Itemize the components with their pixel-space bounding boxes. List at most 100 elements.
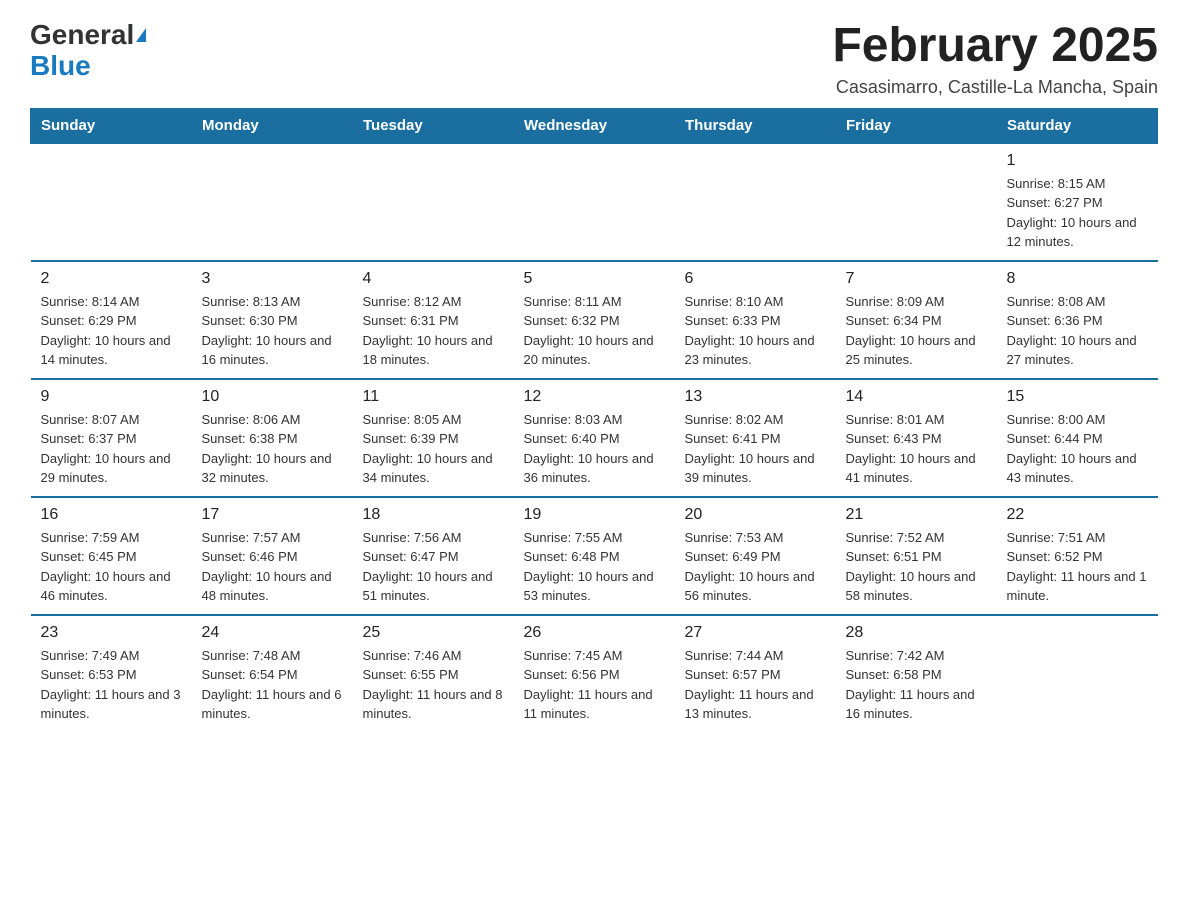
day-info: Sunrise: 7:51 AM Sunset: 6:52 PM Dayligh…	[1007, 528, 1148, 606]
calendar-cell: 1 Sunrise: 8:15 AM Sunset: 6:27 PM Daylig…	[997, 143, 1158, 261]
calendar-cell: 9 Sunrise: 8:07 AM Sunset: 6:37 PM Daylig…	[31, 379, 192, 497]
calendar-cell: 15 Sunrise: 8:00 AM Sunset: 6:44 PM Dayli…	[997, 379, 1158, 497]
day-info: Sunrise: 7:55 AM Sunset: 6:48 PM Dayligh…	[524, 528, 665, 606]
calendar-cell: 2Sunrise: 8:14 AM Sunset: 6:29 PM Daylig…	[31, 261, 192, 379]
calendar-cell: 4 Sunrise: 8:12 AM Sunset: 6:31 PM Daylig…	[353, 261, 514, 379]
calendar-cell: 22Sunrise: 7:51 AM Sunset: 6:52 PM Dayli…	[997, 497, 1158, 615]
day-number: 7	[846, 270, 987, 288]
header: General Blue February 2025 Casasimarro, …	[30, 20, 1158, 98]
day-info: Sunrise: 7:44 AM Sunset: 6:57 PM Dayligh…	[685, 646, 826, 724]
calendar-cell: 8 Sunrise: 8:08 AM Sunset: 6:36 PM Daylig…	[997, 261, 1158, 379]
calendar-cell: 19Sunrise: 7:55 AM Sunset: 6:48 PM Dayli…	[514, 497, 675, 615]
day-info: Sunrise: 7:45 AM Sunset: 6:56 PM Dayligh…	[524, 646, 665, 724]
day-info: Sunrise: 8:02 AM Sunset: 6:41 PM Dayligh…	[685, 410, 826, 488]
day-number: 16	[41, 506, 182, 524]
day-info: Sunrise: 8:01 AM Sunset: 6:43 PM Dayligh…	[846, 410, 987, 488]
calendar-cell: 25 Sunrise: 7:46 AM Sunset: 6:55 PM Dayli…	[353, 615, 514, 732]
calendar-cell	[836, 143, 997, 261]
day-number: 27	[685, 624, 826, 642]
logo-triangle-icon	[136, 28, 146, 42]
weekday-header-row: SundayMondayTuesdayWednesdayThursdayFrid…	[31, 108, 1158, 143]
day-info: Sunrise: 7:53 AM Sunset: 6:49 PM Dayligh…	[685, 528, 826, 606]
logo: General Blue	[30, 20, 146, 82]
day-number: 2	[41, 270, 182, 288]
day-info: Sunrise: 8:07 AM Sunset: 6:37 PM Dayligh…	[41, 410, 182, 488]
day-info: Sunrise: 8:09 AM Sunset: 6:34 PM Dayligh…	[846, 292, 987, 370]
title-area: February 2025 Casasimarro, Castille-La M…	[832, 20, 1158, 98]
day-info: Sunrise: 7:46 AM Sunset: 6:55 PM Dayligh…	[363, 646, 504, 724]
logo-blue: Blue	[30, 51, 91, 82]
day-info: Sunrise: 8:13 AM Sunset: 6:30 PM Dayligh…	[202, 292, 343, 370]
day-number: 9	[41, 388, 182, 406]
calendar-cell: 16 Sunrise: 7:59 AM Sunset: 6:45 PM Dayli…	[31, 497, 192, 615]
weekday-header-monday: Monday	[192, 108, 353, 143]
day-info: Sunrise: 8:03 AM Sunset: 6:40 PM Dayligh…	[524, 410, 665, 488]
day-info: Sunrise: 7:42 AM Sunset: 6:58 PM Dayligh…	[846, 646, 987, 724]
calendar-cell	[192, 143, 353, 261]
day-info: Sunrise: 8:11 AM Sunset: 6:32 PM Dayligh…	[524, 292, 665, 370]
weekday-header-tuesday: Tuesday	[353, 108, 514, 143]
day-info: Sunrise: 8:12 AM Sunset: 6:31 PM Dayligh…	[363, 292, 504, 370]
week-row-1: 1 Sunrise: 8:15 AM Sunset: 6:27 PM Daylig…	[31, 143, 1158, 261]
week-row-2: 2Sunrise: 8:14 AM Sunset: 6:29 PM Daylig…	[31, 261, 1158, 379]
calendar-cell: 11 Sunrise: 8:05 AM Sunset: 6:39 PM Dayli…	[353, 379, 514, 497]
calendar: SundayMondayTuesdayWednesdayThursdayFrid…	[30, 108, 1158, 732]
subtitle: Casasimarro, Castille-La Mancha, Spain	[832, 77, 1158, 98]
week-row-3: 9 Sunrise: 8:07 AM Sunset: 6:37 PM Daylig…	[31, 379, 1158, 497]
weekday-header-wednesday: Wednesday	[514, 108, 675, 143]
calendar-cell: 27 Sunrise: 7:44 AM Sunset: 6:57 PM Dayli…	[675, 615, 836, 732]
day-number: 8	[1007, 270, 1148, 288]
day-info: Sunrise: 8:00 AM Sunset: 6:44 PM Dayligh…	[1007, 410, 1148, 488]
calendar-cell: 12 Sunrise: 8:03 AM Sunset: 6:40 PM Dayli…	[514, 379, 675, 497]
day-number: 13	[685, 388, 826, 406]
day-info: Sunrise: 7:57 AM Sunset: 6:46 PM Dayligh…	[202, 528, 343, 606]
calendar-cell: 21 Sunrise: 7:52 AM Sunset: 6:51 PM Dayli…	[836, 497, 997, 615]
calendar-cell	[997, 615, 1158, 732]
calendar-cell: 5 Sunrise: 8:11 AM Sunset: 6:32 PM Daylig…	[514, 261, 675, 379]
calendar-cell: 26 Sunrise: 7:45 AM Sunset: 6:56 PM Dayli…	[514, 615, 675, 732]
day-number: 12	[524, 388, 665, 406]
page-title: February 2025	[832, 20, 1158, 73]
calendar-cell: 3 Sunrise: 8:13 AM Sunset: 6:30 PM Daylig…	[192, 261, 353, 379]
day-number: 4	[363, 270, 504, 288]
weekday-header-friday: Friday	[836, 108, 997, 143]
day-number: 24	[202, 624, 343, 642]
calendar-cell: 24 Sunrise: 7:48 AM Sunset: 6:54 PM Dayli…	[192, 615, 353, 732]
calendar-cell: 23 Sunrise: 7:49 AM Sunset: 6:53 PM Dayli…	[31, 615, 192, 732]
day-number: 20	[685, 506, 826, 524]
calendar-cell	[31, 143, 192, 261]
calendar-cell: 28 Sunrise: 7:42 AM Sunset: 6:58 PM Dayli…	[836, 615, 997, 732]
day-info: Sunrise: 8:08 AM Sunset: 6:36 PM Dayligh…	[1007, 292, 1148, 370]
day-number: 14	[846, 388, 987, 406]
day-number: 5	[524, 270, 665, 288]
day-info: Sunrise: 8:15 AM Sunset: 6:27 PM Dayligh…	[1007, 174, 1148, 252]
calendar-cell: 17Sunrise: 7:57 AM Sunset: 6:46 PM Dayli…	[192, 497, 353, 615]
day-info: Sunrise: 8:10 AM Sunset: 6:33 PM Dayligh…	[685, 292, 826, 370]
calendar-cell: 13 Sunrise: 8:02 AM Sunset: 6:41 PM Dayli…	[675, 379, 836, 497]
day-info: Sunrise: 7:52 AM Sunset: 6:51 PM Dayligh…	[846, 528, 987, 606]
day-info: Sunrise: 8:06 AM Sunset: 6:38 PM Dayligh…	[202, 410, 343, 488]
day-number: 23	[41, 624, 182, 642]
day-number: 15	[1007, 388, 1148, 406]
calendar-cell: 20 Sunrise: 7:53 AM Sunset: 6:49 PM Dayli…	[675, 497, 836, 615]
day-number: 21	[846, 506, 987, 524]
weekday-header-saturday: Saturday	[997, 108, 1158, 143]
day-info: Sunrise: 7:59 AM Sunset: 6:45 PM Dayligh…	[41, 528, 182, 606]
weekday-header-thursday: Thursday	[675, 108, 836, 143]
day-number: 3	[202, 270, 343, 288]
day-number: 28	[846, 624, 987, 642]
day-number: 11	[363, 388, 504, 406]
day-number: 25	[363, 624, 504, 642]
day-info: Sunrise: 7:48 AM Sunset: 6:54 PM Dayligh…	[202, 646, 343, 724]
day-info: Sunrise: 8:05 AM Sunset: 6:39 PM Dayligh…	[363, 410, 504, 488]
calendar-cell: 14 Sunrise: 8:01 AM Sunset: 6:43 PM Dayli…	[836, 379, 997, 497]
calendar-cell: 6Sunrise: 8:10 AM Sunset: 6:33 PM Daylig…	[675, 261, 836, 379]
day-info: Sunrise: 7:49 AM Sunset: 6:53 PM Dayligh…	[41, 646, 182, 724]
weekday-header-sunday: Sunday	[31, 108, 192, 143]
calendar-cell: 7 Sunrise: 8:09 AM Sunset: 6:34 PM Daylig…	[836, 261, 997, 379]
day-number: 10	[202, 388, 343, 406]
day-number: 1	[1007, 152, 1148, 170]
day-info: Sunrise: 7:56 AM Sunset: 6:47 PM Dayligh…	[363, 528, 504, 606]
logo-general: General	[30, 20, 134, 51]
day-number: 26	[524, 624, 665, 642]
